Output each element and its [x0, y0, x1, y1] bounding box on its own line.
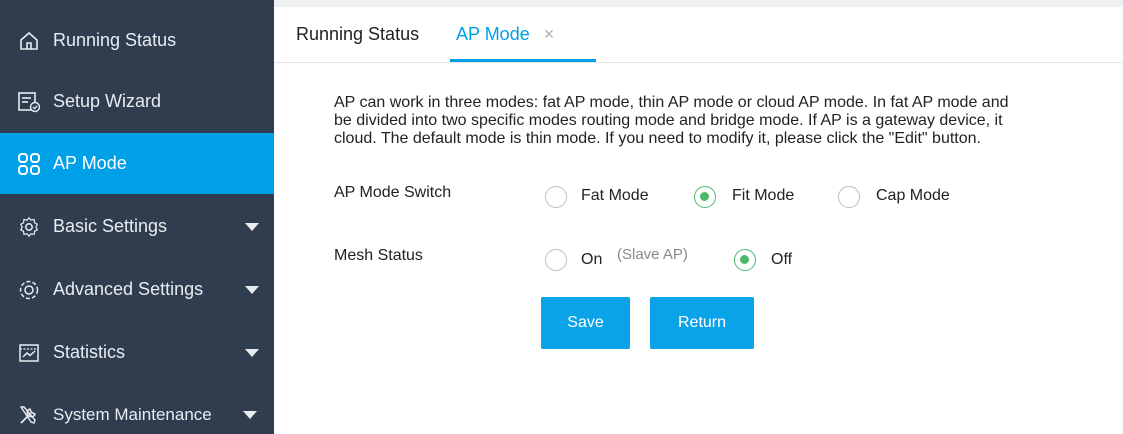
sidebar-item-system-maintenance[interactable]: System Maintenance	[0, 384, 274, 434]
tools-icon	[16, 402, 42, 428]
description-line: AP can work in three modes: fat AP mode,…	[334, 94, 1009, 111]
top-strip	[274, 0, 1123, 7]
sidebar-item-label: Running Status	[53, 30, 177, 50]
sidebar-item-label: Setup Wizard	[53, 91, 162, 111]
sidebar-item-advanced-settings[interactable]: Advanced Settings	[0, 259, 274, 320]
sidebar-item-ap-mode[interactable]: AP Mode	[0, 133, 274, 194]
sidebar-item-label: Statistics	[53, 342, 126, 362]
mesh-off-label[interactable]: Off	[771, 251, 792, 269]
sidebar-item-setup-wizard[interactable]: Setup Wizard	[0, 71, 274, 132]
gear-icon	[16, 214, 42, 240]
tab-label: Running Status	[296, 24, 420, 44]
grid-icon	[16, 151, 42, 177]
sidebar-item-running-status[interactable]: Running Status	[0, 10, 274, 71]
tab-label: AP Mode	[456, 24, 530, 44]
sidebar: Running Status Setup Wizard AP Mode Basi…	[0, 0, 274, 434]
sidebar-item-basic-settings[interactable]: Basic Settings	[0, 196, 274, 257]
description-line: cloud. The default mode is thin mode. If…	[334, 130, 981, 147]
chevron-down-icon	[245, 222, 259, 231]
cap-mode-label[interactable]: Cap Mode	[876, 187, 950, 205]
sidebar-item-label: Basic Settings	[53, 216, 168, 236]
sidebar-item-label: AP Mode	[53, 153, 127, 173]
wizard-icon	[16, 89, 42, 115]
home-icon	[16, 28, 42, 54]
slave-ap-hint: (Slave AP)	[617, 246, 688, 263]
chevron-down-icon	[243, 410, 257, 419]
fat-mode-radio[interactable]	[545, 186, 567, 208]
description-line: be divided into two specific modes routi…	[334, 112, 1003, 129]
tab-ap-mode[interactable]: AP Mode ×	[456, 7, 554, 62]
fit-mode-label[interactable]: Fit Mode	[732, 187, 794, 205]
fat-mode-label[interactable]: Fat Mode	[581, 187, 649, 205]
active-tab-indicator	[450, 59, 596, 62]
close-icon[interactable]: ×	[544, 24, 555, 45]
mode-description: AP can work in three modes: fat AP mode,…	[334, 94, 1123, 148]
mesh-status-label: Mesh Status	[334, 247, 423, 264]
gear-advanced-icon	[16, 277, 42, 303]
chevron-down-icon	[245, 285, 259, 294]
mesh-off-radio[interactable]	[734, 249, 756, 271]
chart-icon	[16, 340, 42, 366]
tab-running-status[interactable]: Running Status	[296, 7, 419, 62]
ap-mode-switch-label: AP Mode Switch	[334, 184, 452, 201]
chevron-down-icon	[245, 348, 259, 357]
sidebar-item-label: Advanced Settings	[53, 279, 204, 299]
mesh-on-radio[interactable]	[545, 249, 567, 271]
fit-mode-radio[interactable]	[694, 186, 716, 208]
save-button[interactable]: Save	[541, 297, 630, 349]
sidebar-item-statistics[interactable]: Statistics	[0, 322, 274, 383]
cap-mode-radio[interactable]	[838, 186, 860, 208]
sidebar-item-label: System Maintenance	[53, 404, 212, 424]
mesh-on-label[interactable]: On	[581, 251, 602, 269]
return-button[interactable]: Return	[650, 297, 754, 349]
